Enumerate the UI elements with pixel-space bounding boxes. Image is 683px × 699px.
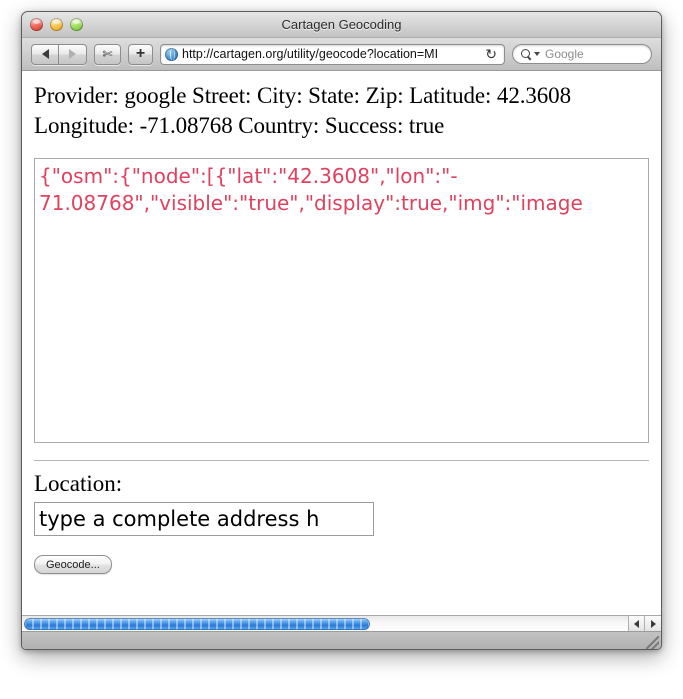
search-icon xyxy=(521,48,532,60)
browser-toolbar: ✄ + http://cartagen.org/utility/geocode?… xyxy=(22,38,661,71)
add-bookmark-button[interactable]: + xyxy=(128,43,153,65)
scrollbar-thumb[interactable] xyxy=(24,617,370,630)
snippet-button[interactable]: ✄ xyxy=(94,43,121,65)
window-title: Cartagen Geocoding xyxy=(281,17,402,32)
address-bar[interactable]: http://cartagen.org/utility/geocode?loca… xyxy=(160,43,505,65)
location-label: Location: xyxy=(34,470,123,496)
geocode-summary: Provider: google Street: City: State: Zi… xyxy=(34,83,571,139)
search-field[interactable]: Google xyxy=(512,44,652,64)
navigation-buttons xyxy=(31,43,87,65)
scissors-icon: ✄ xyxy=(102,47,113,61)
scroll-left-button[interactable] xyxy=(629,615,645,632)
scroll-left-arrow-icon xyxy=(634,619,639,628)
location-input[interactable]: type a complete address h xyxy=(34,501,374,536)
back-button[interactable] xyxy=(31,43,59,65)
reload-icon[interactable]: ↻ xyxy=(482,47,500,61)
scrollbar-arrows xyxy=(629,615,661,632)
geocode-button[interactable]: Geocode... xyxy=(34,554,112,574)
resize-grip[interactable] xyxy=(646,636,659,649)
window-controls xyxy=(30,18,83,31)
page-content: Provider: google Street: City: State: Zi… xyxy=(22,71,661,615)
address-bar-text: http://cartagen.org/utility/geocode?loca… xyxy=(182,47,439,61)
horizontal-scrollbar[interactable] xyxy=(22,615,661,632)
section-divider xyxy=(34,459,649,461)
zoom-button[interactable] xyxy=(70,18,83,31)
json-output-text: {"osm":{"node":[{"lat":"42.3608","lon":"… xyxy=(39,163,583,215)
scrollbar-track[interactable] xyxy=(22,615,629,632)
scroll-right-button[interactable] xyxy=(645,615,661,632)
forward-arrow-icon xyxy=(69,49,76,59)
globe-icon xyxy=(165,47,178,61)
browser-window: Cartagen Geocoding ✄ + http://cartagen.o… xyxy=(21,11,662,650)
title-bar[interactable]: Cartagen Geocoding xyxy=(22,12,661,38)
json-output-box: {"osm":{"node":[{"lat":"42.3608","lon":"… xyxy=(34,157,649,443)
search-placeholder: Google xyxy=(545,47,584,61)
close-button[interactable] xyxy=(30,18,43,31)
forward-button[interactable] xyxy=(59,43,87,65)
minimize-button[interactable] xyxy=(50,18,63,31)
back-arrow-icon xyxy=(41,49,49,59)
chevron-down-icon[interactable] xyxy=(534,52,540,56)
scroll-right-arrow-icon xyxy=(650,619,656,628)
status-bar xyxy=(22,631,661,649)
page-body: Provider: google Street: City: State: Zi… xyxy=(22,71,661,574)
